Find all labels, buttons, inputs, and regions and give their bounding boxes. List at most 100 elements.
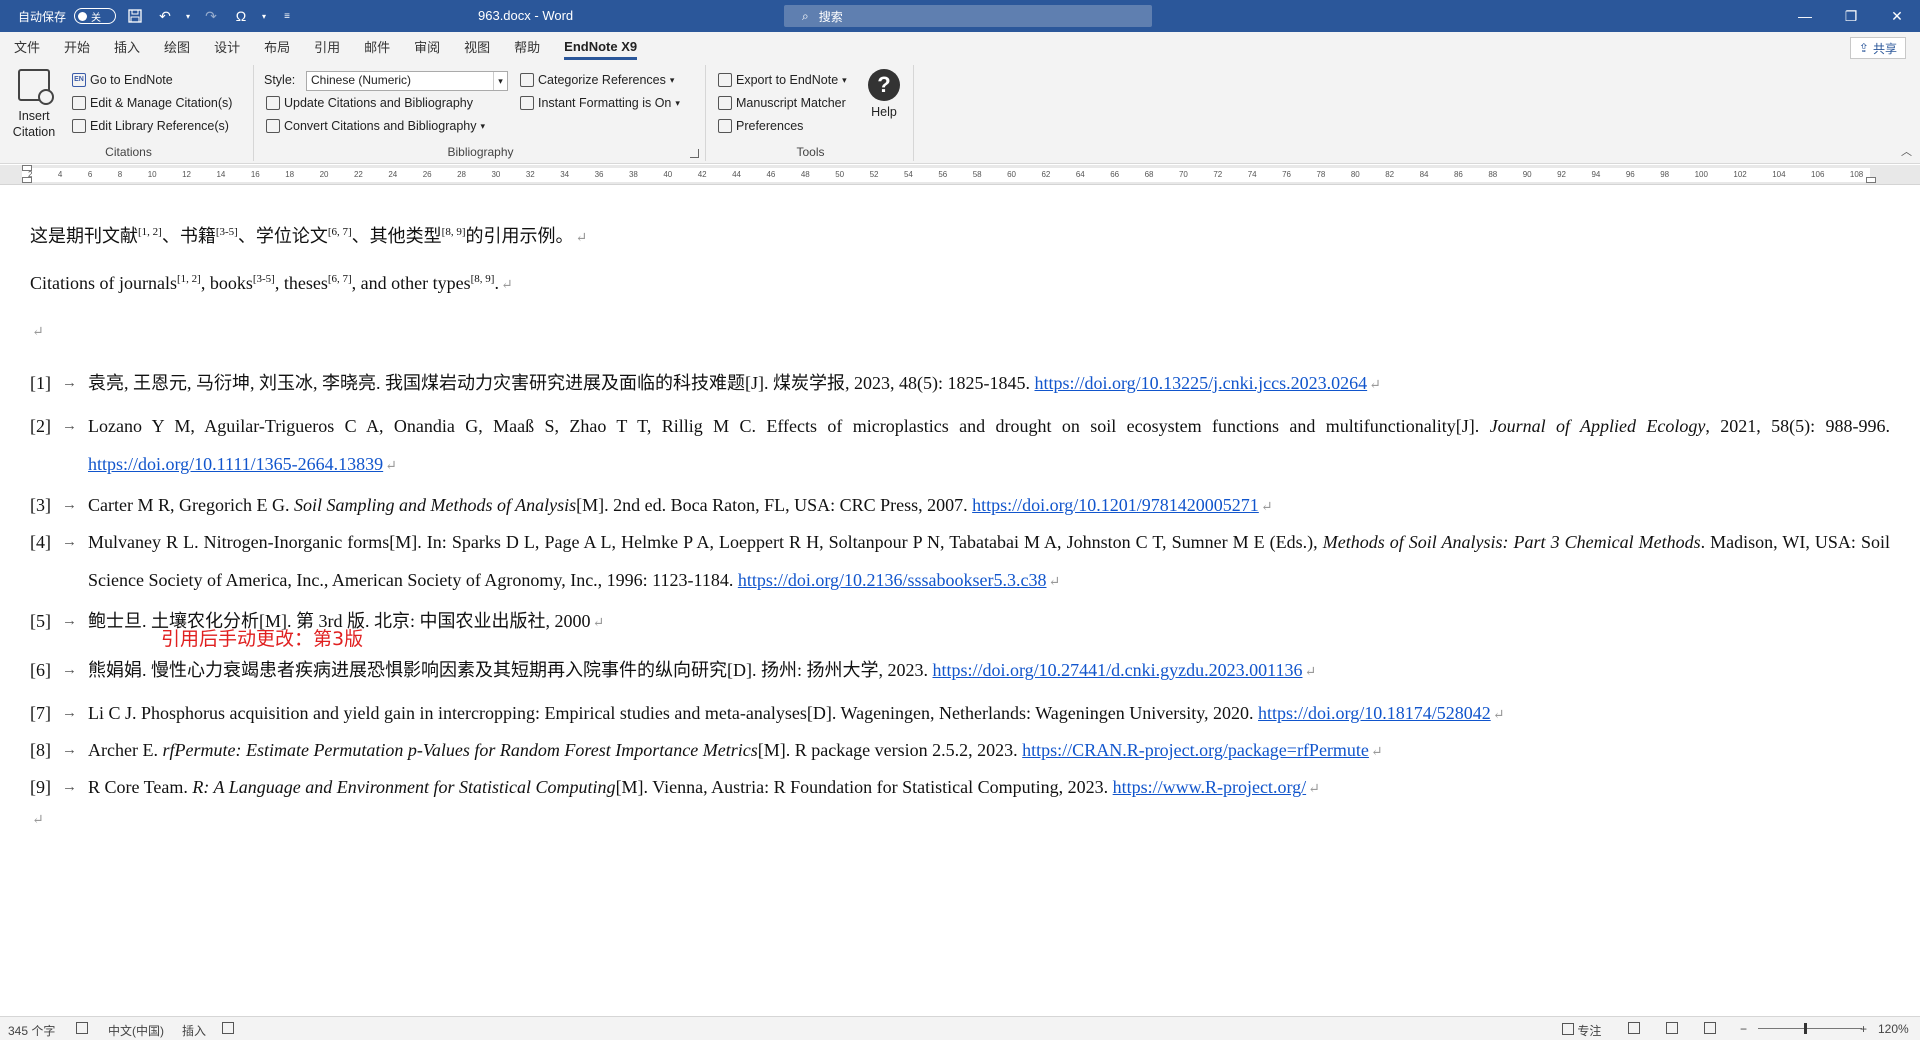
export-to-endnote-button[interactable]: Export to EndNote ▾ (718, 73, 847, 87)
reference-text: , 2021, 58(5): 988-996. (1705, 416, 1890, 436)
customize-qat-icon[interactable]: ≡ (276, 5, 298, 27)
left-indent-marker[interactable] (22, 177, 32, 183)
right-indent-marker[interactable] (1866, 177, 1876, 183)
insert-citation-button[interactable]: Insert Citation (8, 69, 60, 139)
reference-link[interactable]: https://doi.org/10.27441/d.cnki.gyzdu.20… (932, 660, 1302, 680)
insert-mode[interactable]: 插入 (182, 1022, 206, 1039)
citation-superscript[interactable]: [6, 7] (328, 226, 352, 238)
reference-text: Lozano Y M, Aguilar-Trigueros C A, Onand… (88, 416, 1490, 436)
undo-dropdown-icon[interactable]: ▾ (184, 5, 192, 27)
tab-draw[interactable]: 绘图 (164, 37, 190, 56)
tab-insert[interactable]: 插入 (114, 37, 140, 56)
tab-endnote[interactable]: EndNote X9 (564, 39, 638, 60)
reference-number: [8] (30, 740, 51, 760)
symbol-icon[interactable]: Ω (230, 5, 252, 27)
reference-link[interactable]: https://doi.org/10.13225/j.cnki.jccs.202… (1034, 373, 1367, 393)
text-run: , theses (274, 273, 328, 293)
tab-home[interactable]: 开始 (64, 37, 90, 56)
undo-icon[interactable]: ↶ (154, 5, 176, 27)
word-count[interactable]: 345 个字 (8, 1022, 55, 1039)
style-select[interactable]: Chinese (Numeric) ▾ (306, 71, 508, 91)
document-body[interactable]: 这是期刊文献[1, 2]、书籍[3-5]、学位论文[6, 7]、其他类型[8, … (0, 186, 1920, 1016)
dialog-launcher-icon[interactable] (690, 149, 699, 158)
reference-link[interactable]: https://doi.org/10.18174/528042 (1258, 703, 1491, 723)
ruler-tick-label: 6 (87, 170, 93, 179)
citation-superscript[interactable]: [3-5] (216, 226, 238, 238)
citation-superscript[interactable]: [1, 2] (177, 273, 201, 285)
tab-mailings[interactable]: 邮件 (364, 37, 390, 56)
reference-book-title: Methods of Soil Analysis: Part 3 Chemica… (1322, 532, 1701, 552)
convert-citations-button[interactable]: Convert Citations and Bibliography ▾ (266, 119, 485, 133)
minimize-button[interactable]: — (1782, 0, 1828, 32)
read-mode-icon[interactable] (1628, 1022, 1640, 1037)
reference-link[interactable]: https://www.R-project.org/ (1113, 777, 1306, 797)
collapse-ribbon-icon[interactable]: ︿ (1901, 143, 1912, 159)
citation-superscript[interactable]: [8, 9] (442, 226, 466, 238)
focus-button[interactable]: 专注 (1562, 1022, 1601, 1039)
proofing-icon[interactable] (76, 1022, 88, 1037)
symbol-dropdown-icon[interactable]: ▾ (260, 5, 268, 27)
first-line-indent-marker[interactable] (22, 165, 32, 171)
reference-link[interactable]: https://doi.org/10.2136/sssabookser5.3.c… (738, 570, 1047, 590)
close-button[interactable]: ✕ (1874, 0, 1920, 32)
zoom-level[interactable]: 120% (1878, 1022, 1909, 1036)
tab-view[interactable]: 视图 (464, 37, 490, 56)
preferences-label: Preferences (736, 119, 804, 133)
print-layout-icon[interactable] (1666, 1022, 1678, 1037)
zoom-slider-thumb[interactable] (1804, 1023, 1807, 1034)
reference-link[interactable]: https://doi.org/10.1111/1365-2664.13839 (88, 454, 383, 474)
reference-text: Carter M R, Gregorich E G. (88, 495, 294, 515)
web-layout-icon[interactable] (1704, 1022, 1716, 1037)
save-icon[interactable] (124, 5, 146, 27)
edit-library-references-button[interactable]: Edit Library Reference(s) (72, 119, 229, 133)
ruler-tick-label: 96 (1625, 170, 1635, 179)
search-box[interactable]: ⌕ 搜索 (784, 5, 1152, 27)
tab-file[interactable]: 文件 (14, 37, 40, 56)
accessibility-icon[interactable] (222, 1022, 234, 1037)
reference-link[interactable]: https://doi.org/10.1201/9781420005271 (972, 495, 1259, 515)
preferences-icon (718, 119, 732, 133)
reference-number: [1] (30, 373, 51, 393)
autosave-toggle[interactable]: 关 (74, 8, 117, 24)
ruler-tick-label: 100 (1694, 170, 1708, 179)
redo-icon[interactable]: ↷ (200, 5, 222, 27)
tab-references[interactable]: 引用 (314, 37, 340, 56)
zoom-slider-track[interactable] (1758, 1028, 1862, 1029)
citation-superscript[interactable]: [8, 9] (471, 273, 495, 285)
ruler-tick-label: 30 (491, 170, 501, 179)
zoom-in-button[interactable]: + (1860, 1022, 1867, 1036)
reference-text: Archer E. (88, 740, 163, 760)
ruler-tick-label: 32 (525, 170, 535, 179)
preferences-button[interactable]: Preferences (718, 119, 803, 133)
search-icon: ⌕ (802, 8, 809, 23)
instant-formatting-button[interactable]: Instant Formatting is On ▾ (520, 96, 680, 110)
manuscript-matcher-button[interactable]: Manuscript Matcher (718, 96, 846, 110)
tab-arrow-icon: → (62, 613, 77, 629)
tab-help[interactable]: 帮助 (514, 37, 540, 56)
tab-review[interactable]: 审阅 (414, 37, 440, 56)
update-citations-button[interactable]: Update Citations and Bibliography (266, 96, 473, 110)
ruler-tick-label: 22 (353, 170, 363, 179)
reference-link[interactable]: https://CRAN.R-project.org/package=rfPer… (1022, 740, 1369, 760)
categorize-references-button[interactable]: Categorize References ▾ (520, 73, 674, 87)
tab-layout[interactable]: 布局 (264, 37, 290, 56)
ribbon-tabs: 文件 开始 插入 绘图 设计 布局 引用 邮件 审阅 视图 帮助 EndNote… (0, 32, 1920, 61)
citation-superscript[interactable]: [1, 2] (138, 226, 162, 238)
citation-superscript[interactable]: [3-5] (253, 273, 275, 285)
restore-button[interactable]: ❐ (1828, 0, 1874, 32)
go-to-endnote-button[interactable]: EN Go to EndNote (72, 73, 173, 87)
tools-group-label: Tools (796, 145, 825, 159)
edit-manage-citations-button[interactable]: Edit & Manage Citation(s) (72, 96, 232, 110)
tab-design[interactable]: 设计 (214, 37, 240, 56)
zoom-out-button[interactable]: − (1740, 1022, 1747, 1036)
language-status[interactable]: 中文(中国) (108, 1022, 164, 1039)
ruler-tick-label: 76 (1282, 170, 1291, 179)
manual-edit-note: 引用后手动更改：第3版 (161, 628, 364, 650)
help-button[interactable]: ? Help (868, 69, 900, 119)
categorize-icon (520, 73, 534, 87)
ruler-tick-label: 44 (732, 170, 741, 179)
chevron-down-icon: ▾ (842, 74, 847, 85)
citation-superscript[interactable]: [6, 7] (328, 273, 352, 285)
ruler-tick-label: 36 (594, 170, 604, 179)
share-button[interactable]: ⇪ 共享 (1849, 37, 1906, 59)
